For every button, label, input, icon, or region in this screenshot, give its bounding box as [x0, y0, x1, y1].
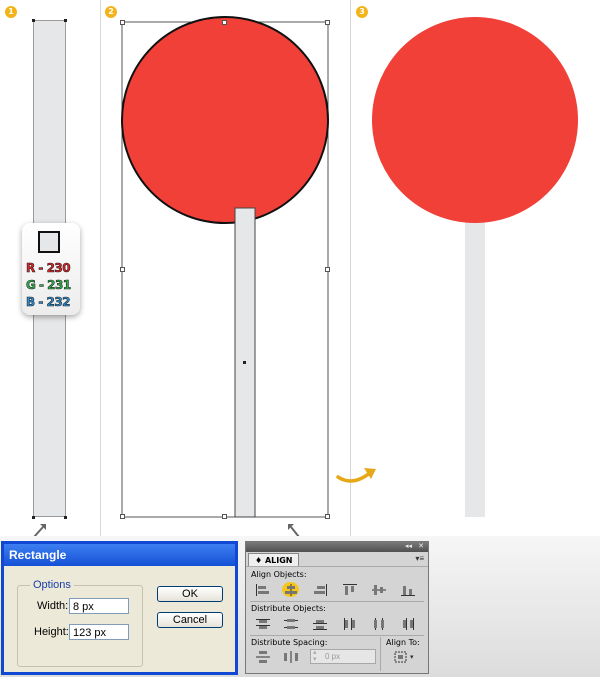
- section-separator: [250, 601, 424, 602]
- collapse-icon[interactable]: ◂◂: [405, 542, 412, 552]
- distribute-spacing-label: Distribute Spacing:: [251, 638, 328, 647]
- anchor-point[interactable]: [64, 19, 67, 22]
- width-label: Width:: [37, 600, 69, 612]
- center-point: [243, 361, 246, 364]
- options-label: Options: [30, 579, 74, 591]
- align-panel: ◂◂ ✕ ♦ ALIGN ▾≡ Align Objects: Distribut…: [245, 541, 429, 674]
- horizontal-distribute-left-icon[interactable]: [342, 617, 358, 631]
- blue-value: B - 232: [26, 295, 71, 310]
- section-separator: [250, 635, 424, 636]
- curved-arrow-icon: [336, 468, 376, 483]
- selection-handle[interactable]: [222, 20, 227, 25]
- fill-swatch: [38, 231, 60, 253]
- align-objects-label: Align Objects:: [251, 570, 307, 579]
- step3-candy-circle: [372, 17, 578, 223]
- distribute-objects-label: Distribute Objects:: [251, 604, 326, 613]
- green-value: G - 231: [26, 278, 72, 293]
- ok-button[interactable]: OK: [157, 586, 223, 602]
- selection-handle[interactable]: [120, 20, 125, 25]
- color-info-card: R - 230 G - 231 B - 232: [22, 223, 80, 315]
- width-input[interactable]: 8 px: [69, 598, 129, 614]
- horizontal-align-right-icon[interactable]: [312, 583, 328, 597]
- anchor-point[interactable]: [32, 516, 35, 519]
- vertical-align-bottom-icon[interactable]: [400, 583, 416, 597]
- step2-artwork: [121, 16, 329, 518]
- selection-handle[interactable]: [325, 267, 330, 272]
- align-tab[interactable]: ♦ ALIGN: [248, 553, 300, 567]
- step-badge-1: 1: [5, 6, 17, 18]
- anchor-point[interactable]: [64, 516, 67, 519]
- height-input[interactable]: 123 px: [69, 624, 129, 640]
- align-to-dropdown-icon[interactable]: ▾: [410, 653, 414, 661]
- height-label: Height:: [34, 626, 69, 638]
- panel-menu-icon[interactable]: ▾≡: [415, 554, 424, 563]
- panel-titlebar[interactable]: ◂◂ ✕: [246, 542, 428, 552]
- vertical-distribute-space-icon[interactable]: [255, 650, 271, 664]
- selection-handle[interactable]: [325, 20, 330, 25]
- align-to-selection-icon[interactable]: [393, 650, 409, 664]
- selection-handle[interactable]: [120, 267, 125, 272]
- step3-stick: [465, 208, 485, 517]
- horizontal-align-center-icon[interactable]: [283, 583, 299, 597]
- horizontal-distribute-space-icon[interactable]: [283, 650, 299, 664]
- align-to-label: Align To:: [386, 638, 420, 647]
- rectangle-dialog: Rectangle Options Width: 8 px Height: 12…: [1, 541, 238, 675]
- selection-handle[interactable]: [120, 514, 125, 519]
- spacing-stepper-icon[interactable]: ▴ ▾: [313, 649, 317, 663]
- vertical-align-top-icon[interactable]: [342, 583, 358, 597]
- dialog-title: Rectangle: [4, 544, 235, 566]
- selection-handle[interactable]: [222, 514, 227, 519]
- anchor-point[interactable]: [32, 19, 35, 22]
- tab-separator: [246, 566, 428, 567]
- close-icon[interactable]: ✕: [418, 542, 424, 552]
- red-value: R - 230: [26, 261, 71, 276]
- vertical-distribute-bottom-icon[interactable]: [312, 617, 328, 631]
- vertical-distribute-top-icon[interactable]: [255, 617, 271, 631]
- vertical-align-center-icon[interactable]: [371, 583, 387, 597]
- distribute-spacing-input[interactable]: 0 px: [310, 649, 376, 664]
- vertical-distribute-center-icon[interactable]: [283, 617, 299, 631]
- selection-handle[interactable]: [325, 514, 330, 519]
- horizontal-distribute-right-icon[interactable]: [400, 617, 416, 631]
- horizontal-align-left-icon[interactable]: [255, 583, 271, 597]
- step2-candy-circle[interactable]: [121, 16, 329, 224]
- horizontal-distribute-center-icon[interactable]: [371, 617, 387, 631]
- step3-artwork: [372, 17, 578, 517]
- cancel-button[interactable]: Cancel: [157, 612, 223, 628]
- align-to-separator: [380, 637, 381, 671]
